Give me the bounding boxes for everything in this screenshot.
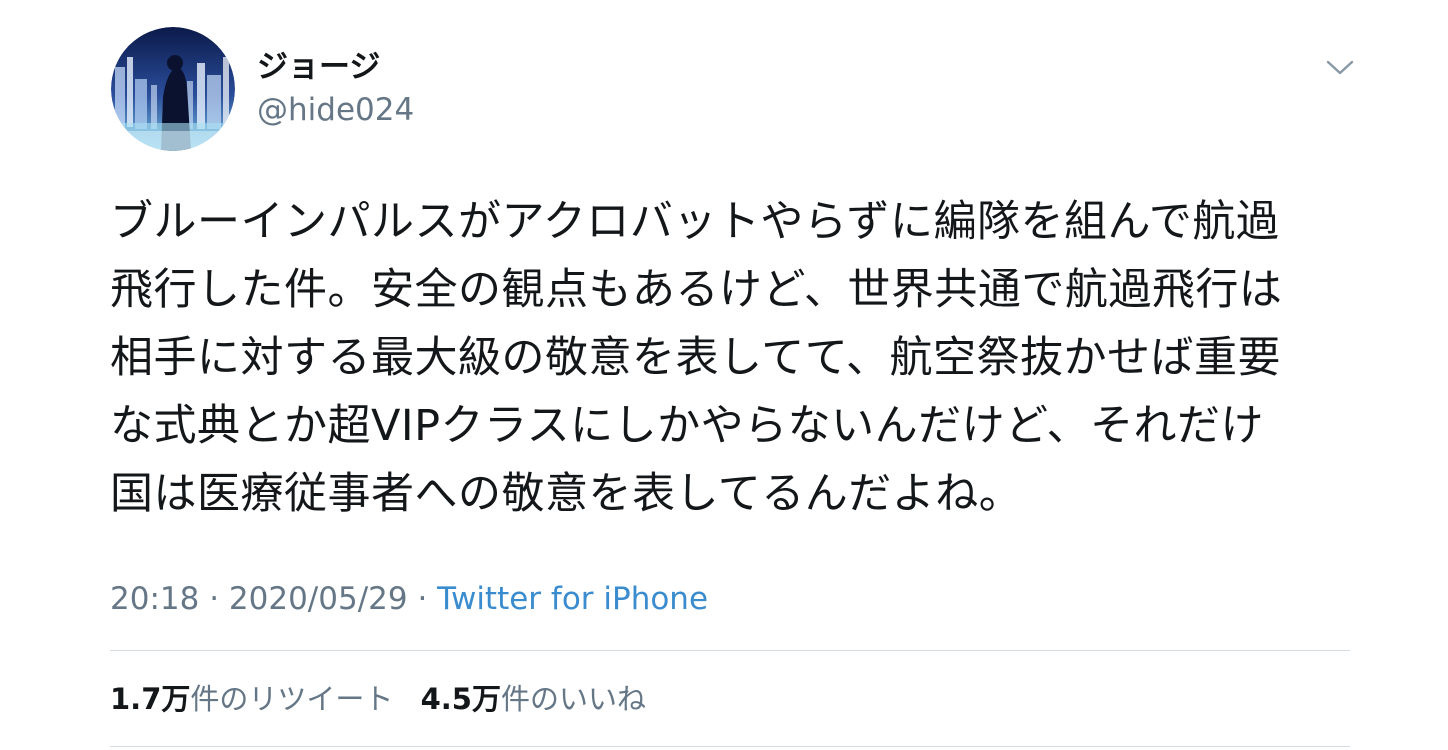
meta-separator: ·	[199, 581, 229, 617]
avatar-illustration-city-icon	[111, 27, 235, 151]
retweets-label: 件のリツイート	[190, 682, 394, 716]
tweet-text-line: ブルーインパルスがアクロバットやらずに編隊を組んで航過	[110, 197, 1280, 247]
tweet-text-line: 国は医療従事者への敬意を表してるんだよね。	[110, 469, 1023, 519]
meta-separator: ·	[407, 581, 438, 617]
tweet-text-line: 相手に対する最大級の敬意を表してて、航空祭抜かせば重要	[110, 333, 1282, 383]
tweet-date: 2020/05/29	[228, 581, 408, 617]
divider	[110, 650, 1350, 651]
likes-stat[interactable]: 4.5万件のいいね	[421, 678, 646, 720]
tweet-text-line: な式典とか超VIPクラスにしかやらないんだけど、それだけ	[110, 401, 1265, 451]
chevron-down-icon	[1326, 60, 1354, 75]
tweet-meta: 20:18 · 2020/05/29 · Twitter for iPhone	[110, 578, 708, 620]
user-handle[interactable]: @hide024	[257, 90, 414, 130]
divider	[110, 746, 1350, 747]
retweets-stat[interactable]: 1.7万件のリツイート	[110, 678, 393, 720]
retweets-count: 1.7万	[110, 682, 191, 716]
tweet-text: ブルーインパルスがアクロバットやらずに編隊を組んで航過 飛行した件。安全の観点も…	[110, 188, 1345, 528]
tweet-stats: 1.7万件のリツイート 4.5万件のいいね	[110, 678, 664, 720]
tweet-time: 20:18	[110, 581, 200, 617]
display-name[interactable]: ジョージ	[257, 47, 380, 87]
avatar[interactable]	[111, 27, 235, 151]
tweet-detail: ジョージ @hide024 ブルーインパルスがアクロバットやらずに編隊を組んで航…	[0, 0, 1448, 750]
tweet-source-link[interactable]: Twitter for iPhone	[437, 581, 708, 617]
likes-count: 4.5万	[420, 682, 501, 716]
likes-label: 件のいいね	[500, 682, 646, 716]
more-options-button[interactable]	[1322, 52, 1358, 82]
tweet-text-line: 飛行した件。安全の観点もあるけど、世界共通で航過飛行は	[110, 265, 1283, 315]
